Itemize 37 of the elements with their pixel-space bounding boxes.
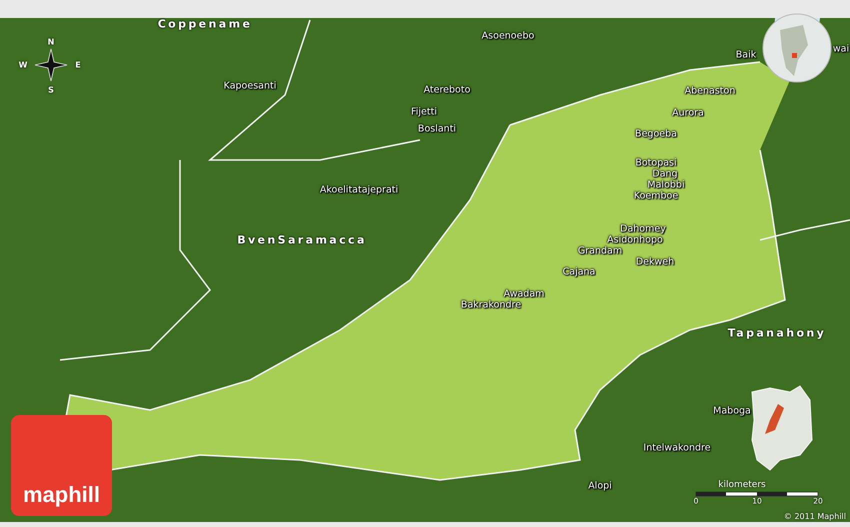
- region-label: Coppename: [158, 18, 252, 30]
- place-label: Dekweh: [636, 256, 674, 268]
- place-label: Botopasi: [635, 158, 677, 168]
- place-label: Kapoesanti: [224, 80, 276, 92]
- place-label: Asidonhopo: [607, 234, 663, 246]
- place-label: wai: [832, 44, 850, 54]
- compass-letter: N: [48, 38, 54, 46]
- place-label: Begoeba: [635, 128, 677, 140]
- scale-unit: kilometers: [718, 480, 766, 490]
- place-label: Aurora: [672, 108, 704, 118]
- place-label: Atereboto: [424, 84, 470, 96]
- compass-letter: S: [48, 86, 54, 94]
- place-label: Dang: [652, 168, 678, 180]
- place-label: Intelwakondre: [643, 442, 711, 454]
- place-label: Grandam: [578, 246, 622, 256]
- place-label: Boslanti: [418, 124, 456, 134]
- place-label: Cajana: [562, 266, 596, 278]
- place-label: Fijetti: [411, 106, 437, 118]
- compass-rose-icon: [34, 48, 68, 82]
- region-label: BvenSaramacca: [237, 234, 367, 246]
- place-label: Bakrakondre: [460, 300, 522, 310]
- place-label: Baik: [736, 50, 756, 60]
- compass-letter: E: [75, 60, 81, 70]
- maphill-logo: maphill: [11, 415, 112, 516]
- place-label: Maboga: [713, 406, 751, 416]
- region-label: Tapanahony: [728, 326, 826, 340]
- place-label: Alopi: [588, 480, 612, 492]
- compass-letter: W: [18, 60, 28, 70]
- place-label: Awadam: [504, 288, 544, 300]
- place-label: Abenaston: [684, 86, 736, 96]
- place-label: Dahomey: [620, 224, 666, 234]
- place-label: Koemboe: [634, 190, 678, 202]
- globe-icon: [762, 14, 832, 82]
- place-label: Malobbi: [647, 180, 685, 190]
- place-label: Akoelitatajeprati: [320, 184, 398, 196]
- copyright-text: © 2011 Maphill: [784, 512, 846, 521]
- place-label: Asoenoebo: [482, 30, 534, 42]
